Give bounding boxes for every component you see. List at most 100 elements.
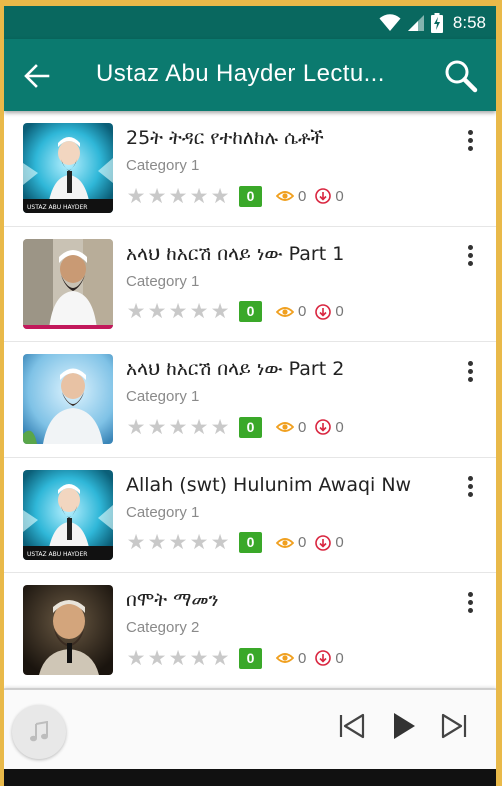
thumbnail-image <box>23 354 113 444</box>
wifi-icon <box>379 14 401 31</box>
star-icon: ★ <box>210 183 230 208</box>
skip-next-icon <box>441 713 467 739</box>
star-icon: ★ <box>168 645 188 670</box>
mini-player <box>4 689 496 769</box>
star-icon: ★ <box>147 299 167 323</box>
back-button[interactable] <box>20 59 54 93</box>
rating-badge: 0 <box>239 301 262 322</box>
list-item[interactable]: USTAZ ABU HAYDER 25ት ትዳር የተከለከሉ ሴቶች Cate… <box>4 111 496 227</box>
downloads-count: 0 <box>315 418 344 436</box>
rating-badge: 0 <box>239 647 262 669</box>
item-title: አላህ ከአርሽ በላይ ነው Part 2 <box>126 358 345 380</box>
item-title: 25ት ትዳር የተከለከሉ ሴቶች <box>126 127 324 149</box>
item-category: Category 1 <box>126 503 200 521</box>
star-icon: ★ <box>168 183 188 208</box>
star-icon: ★ <box>189 183 209 208</box>
star-icon: ★ <box>147 530 167 554</box>
star-icon: ★ <box>147 183 167 208</box>
previous-button[interactable] <box>334 708 370 744</box>
star-icon: ★ <box>126 645 146 670</box>
lecture-list[interactable]: USTAZ ABU HAYDER 25ት ትዳር የተከለከሉ ሴቶች Cate… <box>4 111 496 689</box>
views-count: 0 <box>276 419 306 436</box>
views-count: 0 <box>276 188 306 205</box>
item-category: Category 1 <box>126 388 200 405</box>
star-icon: ★ <box>168 414 188 439</box>
downloads-count: 0 <box>315 303 344 320</box>
star-icon: ★ <box>126 530 146 554</box>
list-item[interactable]: አላህ ከአርሽ በላይ ነው Part 2 Category 1 ★ ★ ★ ★ ★ … <box>4 342 496 458</box>
list-item[interactable]: በሞት ማመን Category 2 ★ ★ ★ ★ ★ 0 0 0 <box>4 573 496 689</box>
rating-stars[interactable]: ★ ★ ★ ★ ★ <box>126 645 230 670</box>
more-options-button[interactable] <box>458 356 482 386</box>
phone-screen: 8:58 Ustaz Abu Hayder Lectu... USTAZ ABU… <box>4 6 496 786</box>
item-category: Category 2 <box>126 619 200 636</box>
rating-stars[interactable]: ★ ★ ★ ★ ★ <box>126 301 230 322</box>
system-navigation-bar <box>4 769 496 786</box>
more-vert-icon <box>467 476 473 481</box>
list-item[interactable]: USTAZ ABU HAYDER Allah (swt) Hulunim Awa… <box>4 457 496 573</box>
signal-icon <box>407 15 424 31</box>
star-icon: ★ <box>210 530 230 554</box>
more-options-button[interactable] <box>458 241 482 271</box>
play-icon <box>394 713 415 739</box>
more-options-button[interactable] <box>458 587 482 617</box>
downloads-value: 0 <box>335 534 344 551</box>
item-meta: ★ ★ ★ ★ ★ 0 0 0 <box>126 415 344 439</box>
rating-badge: 0 <box>239 532 262 553</box>
views-value: 0 <box>298 303 307 320</box>
downloads-count: 0 <box>315 188 344 205</box>
rating-stars[interactable]: ★ ★ ★ ★ ★ <box>126 414 230 439</box>
more-vert-icon <box>467 591 473 597</box>
battery-charging-icon <box>430 13 443 33</box>
next-button[interactable] <box>436 708 472 744</box>
arrow-left-icon <box>24 64 50 88</box>
downloads-value: 0 <box>335 649 344 667</box>
star-icon: ★ <box>126 299 146 323</box>
star-icon: ★ <box>210 645 230 670</box>
list-item[interactable]: አላህ ከአርሽ በላይ ነው Part 1 Category 1 ★ ★ ★ ★ ★ … <box>4 226 496 342</box>
star-icon: ★ <box>147 645 167 670</box>
star-icon: ★ <box>147 414 167 439</box>
downloads-count: 0 <box>315 649 344 667</box>
more-vert-icon <box>467 129 473 135</box>
more-options-button[interactable] <box>458 472 482 502</box>
views-value: 0 <box>298 187 307 205</box>
star-icon: ★ <box>210 299 230 323</box>
thumbnail-caption: USTAZ ABU HAYDER <box>27 551 87 558</box>
play-button[interactable] <box>386 708 422 744</box>
item-meta: ★ ★ ★ ★ ★ 0 0 0 <box>126 531 344 555</box>
star-icon: ★ <box>210 414 230 439</box>
star-icon: ★ <box>189 299 209 323</box>
item-meta: ★ ★ ★ ★ ★ 0 0 0 <box>126 184 344 208</box>
album-art[interactable] <box>12 705 66 759</box>
more-vert-icon <box>467 360 473 366</box>
more-options-button[interactable] <box>458 125 482 155</box>
views-value: 0 <box>298 649 307 667</box>
rating-badge: 0 <box>239 185 262 207</box>
download-icon <box>315 650 332 666</box>
star-icon: ★ <box>189 645 209 670</box>
search-icon <box>445 60 478 93</box>
rating-stars[interactable]: ★ ★ ★ ★ ★ <box>126 183 230 208</box>
star-icon: ★ <box>126 183 146 208</box>
rating-stars[interactable]: ★ ★ ★ ★ ★ <box>126 532 230 553</box>
music-note-icon <box>30 721 48 742</box>
views-value: 0 <box>298 418 307 436</box>
downloads-value: 0 <box>335 418 344 436</box>
eye-icon <box>276 191 294 201</box>
views-value: 0 <box>298 534 307 551</box>
download-icon <box>315 188 332 204</box>
page-title: Ustaz Abu Hayder Lectu... <box>96 60 385 87</box>
star-icon: ★ <box>126 414 146 439</box>
skip-previous-icon <box>339 713 365 739</box>
eye-icon <box>276 422 294 432</box>
star-icon: ★ <box>168 299 188 323</box>
search-button[interactable] <box>442 57 480 95</box>
eye-icon <box>276 537 294 548</box>
download-icon <box>315 303 332 320</box>
views-count: 0 <box>276 534 306 551</box>
rating-badge: 0 <box>239 416 262 438</box>
downloads-count: 0 <box>315 534 344 551</box>
eye-icon <box>276 306 294 317</box>
item-title: በሞት ማመን <box>126 589 219 611</box>
